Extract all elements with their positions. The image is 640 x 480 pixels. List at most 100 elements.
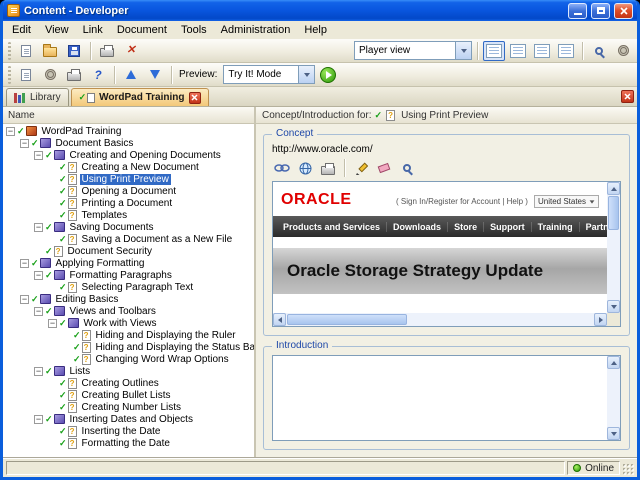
menu-view[interactable]: View [38, 22, 76, 38]
combo-arrow-button[interactable] [298, 66, 315, 83]
preview-play-button[interactable] [317, 65, 339, 85]
scroll-up-button[interactable] [607, 356, 620, 369]
tree-collapse-icon[interactable]: − [34, 270, 43, 280]
tree-collapse-icon[interactable]: − [34, 366, 43, 376]
tree-item[interactable]: ✓? Creating Bullet Lists [3, 389, 254, 401]
combo-arrow-button[interactable] [455, 42, 471, 59]
details-view-toggle[interactable] [531, 41, 553, 61]
web-nav-item[interactable]: Support [483, 221, 531, 232]
move-down-button[interactable] [144, 65, 166, 85]
scroll-thumb[interactable] [608, 196, 619, 230]
tree-item[interactable]: ✓? Inserting the Date [3, 425, 254, 437]
tree-collapse-icon[interactable]: − [20, 138, 29, 148]
scroll-right-button[interactable] [594, 313, 607, 326]
new-document-button[interactable] [15, 41, 37, 61]
resize-grip[interactable] [622, 463, 634, 475]
tree-item[interactable]: − ✓ Saving Documents [3, 221, 254, 233]
tree-item[interactable]: − ✓ Inserting Dates and Objects [3, 413, 254, 425]
settings-button[interactable] [612, 41, 634, 61]
print-concept-button[interactable] [318, 159, 338, 177]
tree-item[interactable]: − ✓ Work with Views [3, 317, 254, 329]
move-up-button[interactable] [120, 65, 142, 85]
tree-item[interactable]: ✓? Hiding and Displaying the Status Bar [3, 341, 254, 353]
tree-collapse-icon[interactable]: − [34, 414, 43, 424]
web-nav-item[interactable]: Training [530, 221, 579, 232]
tree-collapse-icon[interactable]: − [34, 150, 43, 160]
menu-link[interactable]: Link [76, 22, 110, 38]
tree-item[interactable]: ✓? Printing a Document [3, 197, 254, 209]
close-pane-button[interactable] [621, 90, 634, 103]
tab-wordpad-training[interactable]: ✓ WordPad Training [70, 88, 209, 106]
web-banner[interactable]: Oracle Storage Strategy Update [273, 248, 607, 294]
scroll-down-button[interactable] [607, 300, 620, 313]
print-button[interactable] [96, 41, 118, 61]
web-nav-item[interactable]: Products and Services [277, 222, 386, 232]
tree-collapse-icon[interactable]: − [20, 294, 29, 304]
web-nav-item[interactable]: Partners [578, 221, 607, 232]
menu-help[interactable]: Help [297, 22, 334, 38]
concept-url[interactable]: http://www.oracle.com/ [272, 144, 621, 155]
print-preview-button[interactable] [63, 65, 85, 85]
tree-item[interactable]: ✓? Hiding and Displaying the Ruler [3, 329, 254, 341]
split-view-toggle[interactable] [555, 41, 577, 61]
menu-document[interactable]: Document [110, 22, 174, 38]
web-nav-item[interactable]: Downloads [386, 221, 447, 232]
tree-collapse-icon[interactable]: − [6, 126, 15, 136]
open-button[interactable] [39, 41, 61, 61]
tree-item[interactable]: ✓? Formatting the Date [3, 437, 254, 449]
close-tab-button[interactable] [188, 91, 201, 104]
tree-column-header[interactable]: Name [3, 107, 254, 124]
tree-collapse-icon[interactable]: − [48, 318, 57, 328]
properties-button[interactable] [39, 65, 61, 85]
tree-item[interactable]: ✓? Creating a New Document [3, 161, 254, 173]
document-button[interactable] [15, 65, 37, 85]
link-button[interactable] [272, 159, 292, 177]
delete-button[interactable]: ✕ [120, 41, 142, 61]
find-button[interactable] [588, 41, 610, 61]
tree-item[interactable]: ✓? Creating Outlines [3, 377, 254, 389]
web-horizontal-scrollbar[interactable] [273, 313, 607, 326]
tree-item[interactable]: − ✓ Creating and Opening Documents [3, 149, 254, 161]
tree-collapse-icon[interactable]: − [34, 222, 43, 232]
tree-collapse-icon[interactable]: − [34, 306, 43, 316]
region-selector[interactable]: United States [533, 195, 599, 208]
tree-item[interactable]: − ✓ Lists [3, 365, 254, 377]
tree-item[interactable]: ✓? Creating Number Lists [3, 401, 254, 413]
introduction-text-area[interactable] [272, 355, 621, 441]
help-button[interactable]: ? [87, 65, 109, 85]
web-page-button[interactable] [295, 159, 315, 177]
tree-item[interactable]: ✓? Using Print Preview [3, 173, 254, 185]
tree-item[interactable]: − ✓ Views and Toolbars [3, 305, 254, 317]
outline-view-toggle[interactable] [507, 41, 529, 61]
tree-item[interactable]: − ✓ Applying Formatting [3, 257, 254, 269]
scroll-thumb[interactable] [287, 314, 407, 325]
edit-button[interactable] [351, 159, 371, 177]
tree-item[interactable]: − ✓ Editing Basics [3, 293, 254, 305]
player-view-combo[interactable]: Player view [354, 41, 472, 60]
tree-item[interactable]: − ✓ Formatting Paragraphs [3, 269, 254, 281]
web-nav-item[interactable]: Store [447, 221, 483, 232]
tree-item[interactable]: ✓? Saving a Document as a New File [3, 233, 254, 245]
tree-item[interactable]: ✓? Templates [3, 209, 254, 221]
preview-concept-button[interactable] [397, 159, 417, 177]
signin-links[interactable]: ( Sign In/Register for Account | Help ) [396, 197, 528, 206]
tree-item[interactable]: ✓? Document Security [3, 245, 254, 257]
clear-button[interactable] [374, 159, 394, 177]
tab-library[interactable]: Library [6, 88, 69, 106]
intro-vertical-scrollbar[interactable] [607, 356, 620, 440]
tree-item[interactable]: ✓? Selecting Paragraph Text [3, 281, 254, 293]
menu-tools[interactable]: Tools [174, 22, 214, 38]
menu-administration[interactable]: Administration [214, 22, 298, 38]
player-view-toggle[interactable] [483, 40, 505, 61]
scroll-up-button[interactable] [607, 182, 620, 195]
close-button[interactable] [614, 2, 633, 19]
web-vertical-scrollbar[interactable] [607, 182, 620, 313]
tree-collapse-icon[interactable]: − [20, 258, 29, 268]
toolbar-grip[interactable] [8, 65, 11, 84]
preview-mode-combo[interactable]: Try It! Mode [223, 65, 316, 84]
menu-edit[interactable]: Edit [5, 22, 38, 38]
tree-item[interactable]: − ✓ Document Basics [3, 137, 254, 149]
maximize-button[interactable] [591, 2, 610, 19]
tree-item[interactable]: − ✓ WordPad Training [3, 125, 254, 137]
tree-item[interactable]: ✓? Opening a Document [3, 185, 254, 197]
